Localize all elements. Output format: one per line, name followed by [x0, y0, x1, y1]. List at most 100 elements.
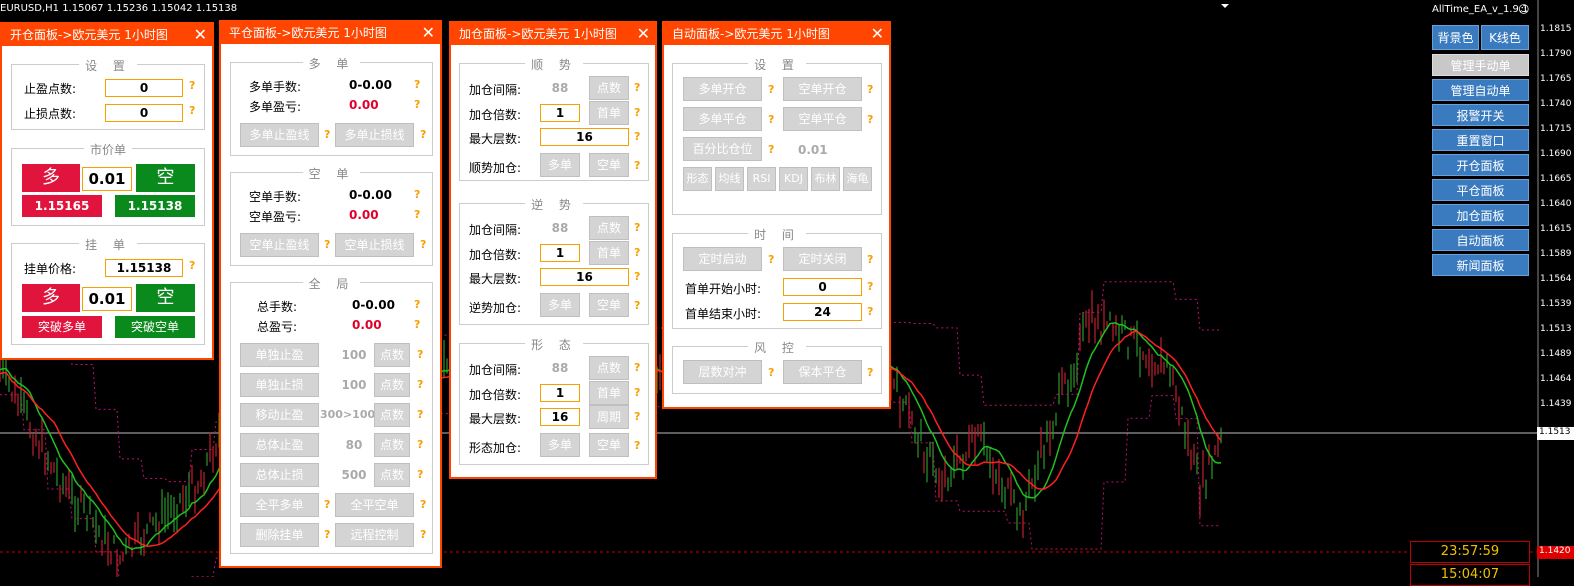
pending-price-input[interactable]: 1.15138: [105, 259, 183, 277]
breakout-buy-button[interactable]: 突破多单: [22, 316, 102, 338]
first-end-hour-input[interactable]: 24: [783, 303, 862, 321]
interval-unit-button[interactable]: 点数: [589, 356, 629, 380]
indicator-turtle-button[interactable]: 海龟: [843, 167, 872, 191]
timer-start-button[interactable]: 定时启动: [683, 247, 762, 271]
help-icon[interactable]: ?: [324, 128, 330, 141]
help-icon[interactable]: ?: [867, 113, 873, 126]
open-panel-button[interactable]: 开仓面板: [1432, 154, 1529, 176]
close-icon[interactable]: ✕: [422, 22, 435, 44]
single-sl-unit-button[interactable]: 点数: [374, 373, 410, 397]
auto-long-open-button[interactable]: 多单开仓: [683, 77, 762, 101]
help-icon[interactable]: ?: [417, 378, 423, 391]
pending-sell-button[interactable]: 空: [136, 284, 195, 312]
help-icon[interactable]: ?: [634, 221, 640, 234]
help-icon[interactable]: ?: [189, 259, 195, 272]
add-long-button[interactable]: 多单: [540, 153, 580, 177]
indicator-bollinger-button[interactable]: 布林: [811, 167, 840, 191]
background-color-button[interactable]: 背景色: [1432, 25, 1479, 50]
help-icon[interactable]: ?: [634, 386, 640, 399]
help-icon[interactable]: ?: [768, 113, 774, 126]
reset-window-button[interactable]: 重置窗口: [1432, 129, 1529, 151]
close-icon[interactable]: ✕: [637, 23, 650, 45]
help-icon[interactable]: ?: [634, 299, 640, 312]
bid-price[interactable]: 1.15165: [22, 195, 102, 217]
market-lot-input[interactable]: 0.01: [82, 167, 132, 191]
add-panel-button[interactable]: 加仓面板: [1432, 204, 1529, 226]
help-icon[interactable]: ?: [768, 143, 774, 156]
short-sl-line-button[interactable]: 空单止损线: [335, 233, 414, 257]
first-order-button[interactable]: 首单: [589, 241, 629, 265]
max-layers-input[interactable]: 16: [540, 128, 629, 146]
trailing-tp-unit-button[interactable]: 点数: [374, 403, 410, 427]
total-sl-unit-button[interactable]: 点数: [374, 463, 410, 487]
close-all-long-button[interactable]: 全平多单: [240, 493, 319, 517]
trailing-tp-button[interactable]: 移动止盈: [240, 403, 319, 427]
auto-short-close-button[interactable]: 空单平仓: [783, 107, 862, 131]
timer-stop-button[interactable]: 定时关闭: [783, 247, 862, 271]
interval-unit-button[interactable]: 点数: [589, 216, 629, 240]
close-panel-button[interactable]: 平仓面板: [1432, 179, 1529, 201]
close-all-short-button[interactable]: 全平空单: [335, 493, 414, 517]
help-icon[interactable]: ?: [189, 79, 195, 92]
help-icon[interactable]: ?: [414, 298, 420, 311]
add-long-button[interactable]: 多单: [540, 293, 580, 317]
manage-manual-orders-button[interactable]: 管理手动单: [1432, 54, 1529, 76]
percent-position-button[interactable]: 百分比仓位: [683, 137, 762, 161]
help-icon[interactable]: ?: [417, 468, 423, 481]
help-icon[interactable]: ?: [768, 83, 774, 96]
help-icon[interactable]: ?: [867, 253, 873, 266]
help-icon[interactable]: ?: [414, 98, 420, 111]
help-icon[interactable]: ?: [417, 408, 423, 421]
total-sl-button[interactable]: 总体止损: [240, 463, 319, 487]
add-short-button[interactable]: 空单: [589, 433, 629, 457]
max-layers-input[interactable]: 16: [540, 268, 629, 286]
multiplier-input[interactable]: 1: [540, 104, 580, 122]
help-icon[interactable]: ?: [324, 498, 330, 511]
add-short-button[interactable]: 空单: [589, 293, 629, 317]
help-icon[interactable]: ?: [420, 128, 426, 141]
multiplier-input[interactable]: 1: [540, 384, 580, 402]
market-sell-button[interactable]: 空: [136, 164, 195, 192]
multiplier-input[interactable]: 1: [540, 244, 580, 262]
help-icon[interactable]: ?: [768, 366, 774, 379]
help-icon[interactable]: ?: [420, 498, 426, 511]
add-short-button[interactable]: 空单: [589, 153, 629, 177]
help-icon[interactable]: ?: [634, 159, 640, 172]
help-icon[interactable]: ?: [634, 439, 640, 452]
breakout-sell-button[interactable]: 突破空单: [115, 316, 195, 338]
single-tp-unit-button[interactable]: 点数: [374, 343, 410, 367]
help-icon[interactable]: ?: [768, 253, 774, 266]
help-icon[interactable]: ?: [867, 366, 873, 379]
delete-pending-button[interactable]: 删除挂单: [240, 523, 319, 547]
help-icon[interactable]: ?: [414, 318, 420, 331]
close-icon[interactable]: ✕: [194, 24, 207, 46]
help-icon[interactable]: ?: [867, 305, 873, 318]
interval-unit-button[interactable]: 点数: [589, 76, 629, 100]
help-icon[interactable]: ?: [414, 208, 420, 221]
help-icon[interactable]: ?: [417, 348, 423, 361]
indicator-pattern-button[interactable]: 形态: [683, 167, 712, 191]
single-sl-button[interactable]: 单独止损: [240, 373, 319, 397]
manage-auto-orders-button[interactable]: 管理自动单: [1432, 79, 1529, 101]
help-icon[interactable]: ?: [867, 83, 873, 96]
total-tp-button[interactable]: 总体止盈: [240, 433, 319, 457]
market-buy-button[interactable]: 多: [22, 164, 80, 192]
close-icon[interactable]: ✕: [871, 23, 884, 45]
help-icon[interactable]: ?: [867, 280, 873, 293]
help-icon[interactable]: ?: [634, 130, 640, 143]
auto-short-open-button[interactable]: 空单开仓: [783, 77, 862, 101]
period-button[interactable]: 周期: [589, 405, 629, 429]
help-icon[interactable]: ?: [634, 270, 640, 283]
indicator-rsi-button[interactable]: RSI: [747, 167, 776, 191]
help-icon[interactable]: ?: [414, 78, 420, 91]
indicator-ma-button[interactable]: 均线: [715, 167, 744, 191]
indicator-kdj-button[interactable]: KDJ: [779, 167, 808, 191]
auto-long-close-button[interactable]: 多单平仓: [683, 107, 762, 131]
long-sl-line-button[interactable]: 多单止损线: [335, 123, 414, 147]
sl-input[interactable]: 0: [105, 104, 183, 122]
help-icon[interactable]: ?: [634, 106, 640, 119]
help-icon[interactable]: ?: [417, 438, 423, 451]
single-tp-button[interactable]: 单独止盈: [240, 343, 319, 367]
breakeven-close-button[interactable]: 保本平仓: [783, 360, 862, 384]
layer-hedge-button[interactable]: 层数对冲: [683, 360, 762, 384]
